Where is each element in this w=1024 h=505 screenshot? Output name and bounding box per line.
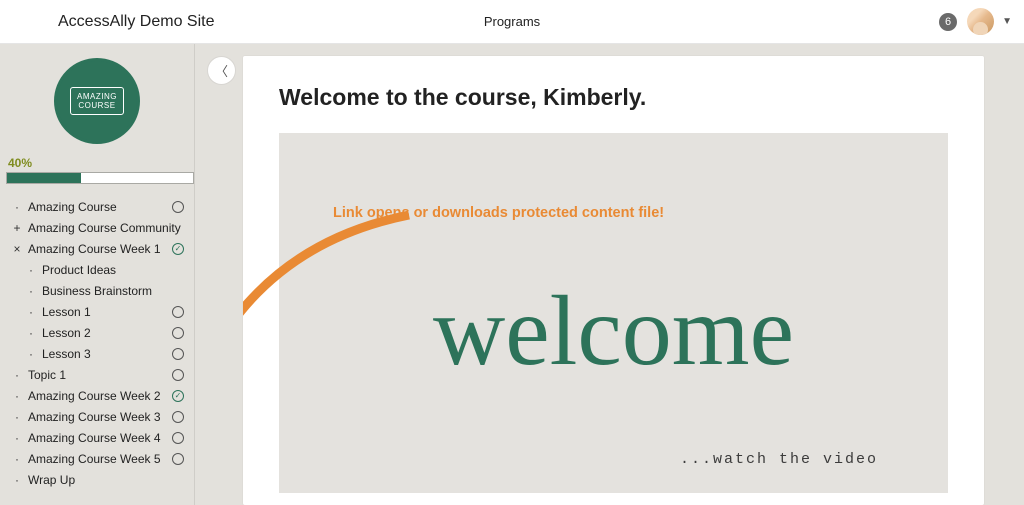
nav-marker-icon: · [26,347,36,361]
chevron-down-icon[interactable]: ▼ [1002,16,1012,27]
welcome-script-text: welcome [433,281,794,381]
progress-bar [6,172,194,184]
sidebar-item-label: Amazing Course Week 1 [28,242,166,256]
empty-circle-icon [172,432,184,444]
nav-marker-icon: · [26,305,36,319]
nav-marker-icon: · [12,431,22,445]
check-circle-icon: ✓ [172,390,184,402]
nav-link-programs[interactable]: Programs [484,14,540,29]
sidebar-item-label: Lesson 2 [42,326,166,340]
nav-marker-icon: · [12,452,22,466]
nav-marker-icon: · [26,263,36,277]
empty-circle-icon [172,348,184,360]
main-area: 〈 Welcome to the course, Kimberly. Link … [195,44,1024,505]
sidebar: AMAZING COURSE 40% · Amazing Course + Amazi… [0,44,195,505]
sidebar-item-label: Product Ideas [42,263,186,277]
nav-marker-icon: · [12,368,22,382]
nav-marker-icon: · [26,284,36,298]
sidebar-item-label: Wrap Up [28,473,186,487]
sidebar-item-amazing-course-community[interactable]: + Amazing Course Community [8,217,190,238]
sidebar-item-amazing-course-week-3[interactable]: · Amazing Course Week 3 [8,406,190,427]
empty-circle-icon [172,453,184,465]
course-nav: · Amazing Course + Amazing Course Community… [0,196,194,496]
watch-video-caption: ...watch the video [680,451,878,468]
sidebar-item-label: Amazing Course Week 5 [28,452,166,466]
sidebar-item-business-brainstorm[interactable]: · Business Brainstorm [22,280,190,301]
empty-circle-icon [172,411,184,423]
sidebar-item-label: Amazing Course Community [28,221,186,235]
nav-marker-icon: · [12,389,22,403]
sidebar-item-label: Amazing Course Week 2 [28,389,166,403]
content-card: Welcome to the course, Kimberly. Link op… [243,56,984,505]
nav-marker-icon: · [12,410,22,424]
sidebar-item-lesson-2[interactable]: · Lesson 2 [22,322,190,343]
page-title: Welcome to the course, Kimberly. [279,84,948,111]
nav-marker-icon: · [26,326,36,340]
course-badge: AMAZING COURSE [54,58,140,144]
check-circle-icon: ✓ [172,243,184,255]
hero-banner: Link opens or downloads protected conten… [279,133,948,493]
empty-circle-icon [172,306,184,318]
sidebar-item-lesson-1[interactable]: · Lesson 1 [22,301,190,322]
badge-line2: COURSE [77,101,117,110]
sidebar-item-lesson-3[interactable]: · Lesson 3 [22,343,190,364]
collapse-sidebar-button[interactable]: 〈 [207,56,236,85]
empty-circle-icon [172,201,184,213]
nav-marker-icon: × [12,242,22,256]
sidebar-item-label: Lesson 3 [42,347,166,361]
annotation-text: Link opens or downloads protected conten… [333,205,664,221]
sidebar-item-label: Amazing Course [28,200,166,214]
topbar: AccessAlly Demo Site Programs 6 ▼ [0,0,1024,44]
nav-marker-icon: · [12,200,22,214]
empty-circle-icon [172,327,184,339]
sidebar-item-amazing-course[interactable]: · Amazing Course [8,196,190,217]
notification-badge[interactable]: 6 [939,13,957,31]
sidebar-item-label: Topic 1 [28,368,166,382]
sidebar-item-amazing-course-week-4[interactable]: · Amazing Course Week 4 [8,427,190,448]
sidebar-item-label: Amazing Course Week 3 [28,410,166,424]
progress-bar-fill [7,173,81,183]
sidebar-item-label: Business Brainstorm [42,284,186,298]
chevron-left-icon: 〈 [215,61,228,80]
sidebar-item-wrap-up[interactable]: · Wrap Up [8,469,190,490]
nav-marker-icon: + [12,221,22,235]
sidebar-item-topic-1[interactable]: · Topic 1 [8,364,190,385]
sidebar-item-amazing-course-week-5[interactable]: · Amazing Course Week 5 [8,448,190,469]
progress-percent-label: 40% [8,156,194,170]
sidebar-item-amazing-course-week-1[interactable]: × Amazing Course Week 1 ✓ [8,238,190,259]
empty-circle-icon [172,369,184,381]
sidebar-item-product-ideas[interactable]: · Product Ideas [22,259,190,280]
sidebar-item-amazing-course-week-2[interactable]: · Amazing Course Week 2 ✓ [8,385,190,406]
avatar[interactable] [967,8,994,35]
sidebar-item-label: Amazing Course Week 4 [28,431,166,445]
badge-line1: AMAZING [77,92,117,101]
nav-marker-icon: · [12,473,22,487]
sidebar-item-label: Lesson 1 [42,305,166,319]
site-brand: AccessAlly Demo Site [58,13,215,31]
